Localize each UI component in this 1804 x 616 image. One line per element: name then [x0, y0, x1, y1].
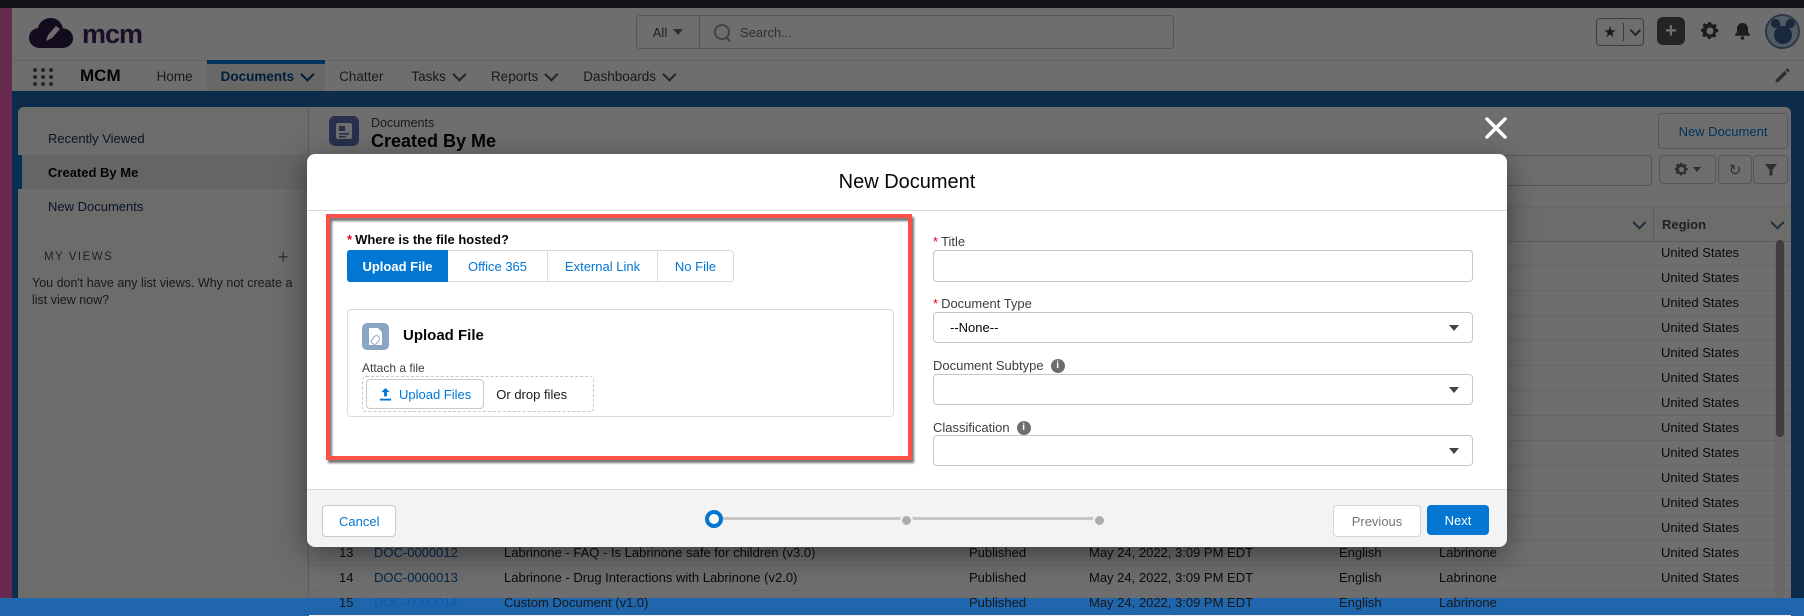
modal-title: New Document: [839, 171, 976, 194]
chevron-down-icon: [1449, 387, 1459, 393]
next-button[interactable]: Next: [1427, 505, 1489, 535]
title-input[interactable]: [933, 250, 1473, 282]
document-type-label: *Document Type: [933, 296, 1032, 311]
annotation-highlight-box: [326, 214, 912, 460]
modal-header: New Document: [307, 154, 1507, 211]
document-type-select[interactable]: --None--: [933, 312, 1473, 343]
previous-button[interactable]: Previous: [1333, 505, 1421, 537]
info-icon[interactable]: i: [1051, 359, 1065, 373]
title-field-label: *Title: [933, 234, 965, 249]
info-icon[interactable]: i: [1017, 421, 1031, 435]
chevron-down-icon: [1449, 325, 1459, 331]
modal-footer: Cancel Previous Next: [307, 489, 1507, 547]
classification-label: Classification i: [933, 420, 1031, 435]
chevron-down-icon: [1449, 448, 1459, 454]
progress-step-1-active: [705, 510, 723, 528]
close-icon[interactable]: [1484, 116, 1508, 140]
document-subtype-select[interactable]: [933, 374, 1473, 405]
progress-step-3: [1093, 514, 1106, 527]
document-subtype-label: Document Subtype i: [933, 358, 1065, 373]
cancel-button[interactable]: Cancel: [322, 505, 396, 537]
classification-select[interactable]: [933, 435, 1473, 466]
progress-step-2: [900, 514, 913, 527]
